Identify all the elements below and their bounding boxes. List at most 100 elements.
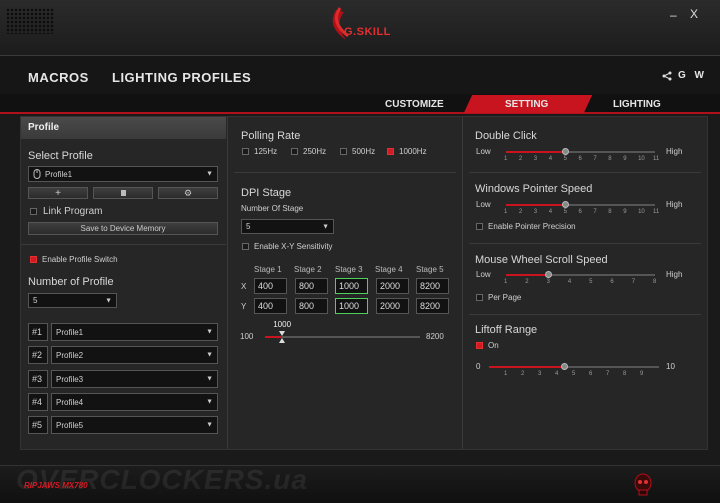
number-of-stage-select[interactable]: 5 ▼ [241,219,334,234]
scroll-tick-label: 4 [567,279,572,285]
nav-macros[interactable]: MACROS [28,70,89,85]
minimize-button[interactable]: – [670,8,677,22]
chevron-down-icon: ▼ [206,421,213,429]
dpi-x-stage2[interactable]: 800 [295,278,328,294]
double_click-tick-label: 10 [638,156,645,162]
profile-slot-select[interactable]: Profile2 ▼ [51,346,218,364]
liftoff-tick-label: 8 [623,371,627,377]
liftoff-slider[interactable] [489,363,659,371]
polling-250-checkbox[interactable] [291,148,298,155]
stage-header: Stage 5 [416,265,444,274]
profile-slot-number: #5 [28,416,48,434]
divider [469,172,701,173]
polling-500-checkbox[interactable] [340,148,347,155]
dpi-slider-thumb[interactable] [279,331,286,336]
dpi-slider[interactable] [265,331,420,345]
profile-slot-name: Profile2 [56,350,84,360]
polling-1000-label: 1000Hz [399,147,427,156]
per-page-label: Per Page [488,293,522,302]
double_click-tick-label: 8 [608,156,612,162]
divider [469,243,701,244]
divider [234,172,456,173]
double_click-slider-knob[interactable] [562,148,570,155]
pointer-speed-slider[interactable] [506,201,655,209]
profile-slot-number: #3 [28,370,48,388]
pointer_speed-tick-label: 2 [518,209,523,215]
dpi-y-stage3[interactable]: 1000 [335,298,368,314]
dpi-slider-value: 1000 [273,320,292,329]
share-icon[interactable] [662,71,672,81]
enable-profile-switch-label: Enable Profile Switch [42,255,118,264]
double_click-tick-label: 6 [578,156,582,162]
number-of-stage-value: 5 [246,222,251,231]
dpi-max-label: 8200 [426,332,444,341]
dpi-x-stage5[interactable]: 8200 [416,278,449,294]
y-axis-label: Y [241,302,247,311]
chevron-down-icon: ▼ [322,223,329,230]
dpi-y-stage2[interactable]: 800 [295,298,328,314]
plus-icon: + [55,187,61,199]
liftoff-slider-knob[interactable] [561,363,569,370]
scroll-speed-slider[interactable] [506,271,655,279]
dpi-y-stage5[interactable]: 8200 [416,298,449,314]
save-to-device-button[interactable]: Save to Device Memory [28,222,218,235]
profile-select[interactable]: Profile1 ▼ [28,166,218,182]
profile-slot-select[interactable]: Profile5 ▼ [51,416,218,434]
delete-profile-button[interactable] [93,187,153,199]
pointer_speed-tick-label: 11 [653,209,660,215]
dpi-y-stage4[interactable]: 2000 [376,298,409,314]
scroll-tick-label: 5 [589,279,593,285]
chevron-down-icon: ▼ [105,297,112,304]
polling-125-checkbox[interactable] [242,148,249,155]
polling-1000-checkbox[interactable] [387,148,394,155]
brand-logo-text: G.SKILL [344,26,391,38]
pointer_speed-tick-label: 9 [623,209,627,215]
pointer-precision-checkbox[interactable] [476,223,483,230]
profile-slot-row: #5 Profile5 ▼ [28,416,218,434]
profile-title: Profile [28,122,60,133]
scroll-speed-title: Mouse Wheel Scroll Speed [475,254,608,266]
nav-extra-links[interactable]: G W [678,70,707,81]
speaker-grill-decoration [6,8,54,34]
dpi-y-stage1[interactable]: 400 [254,298,287,314]
dpi-x-stage1[interactable]: 400 [254,278,287,294]
profile-slot-select[interactable]: Profile4 ▼ [51,393,218,411]
liftoff-tick-label: 1 [504,371,508,377]
double-click-title: Double Click [475,130,537,142]
chevron-down-icon: ▼ [206,375,213,383]
tab-customize[interactable]: CUSTOMIZE [385,99,444,110]
double-click-slider[interactable] [506,148,655,156]
profile-slot-select[interactable]: Profile3 ▼ [51,370,218,388]
link-program-checkbox[interactable] [30,208,37,215]
dpi-x-stage3[interactable]: 1000 [335,278,368,294]
scroll-slider-knob[interactable] [545,271,553,278]
scroll-speed-high: High [666,270,683,279]
polling-125-label: 125Hz [254,147,278,156]
pointer_speed-tick-label: 4 [548,209,553,215]
pointer_speed-slider-knob[interactable] [562,201,570,208]
skull-logo-icon[interactable] [632,472,654,498]
nav-lighting-profiles[interactable]: LIGHTING PROFILES [112,70,251,85]
add-profile-button[interactable]: + [28,187,88,199]
profile-settings-button[interactable]: ⚙ [158,187,218,199]
dpi-x-stage4[interactable]: 2000 [376,278,409,294]
chevron-down-icon: ▼ [206,351,213,359]
liftoff-on-checkbox[interactable] [476,342,483,349]
double_click-tick-label: 7 [593,156,597,162]
stage-header: Stage 2 [294,265,322,274]
device-model: RIPJAWS MX780 [24,481,88,490]
double_click-tick-label: 1 [504,156,508,162]
profile-slot-number: #1 [28,323,48,341]
close-button[interactable]: X [690,7,698,21]
pointer_speed-tick-label: 1 [504,209,508,215]
tab-setting[interactable]: SETTING [505,99,548,110]
double_click-slider-fill [506,151,566,153]
number-of-profile-select[interactable]: 5 ▼ [28,293,117,308]
per-page-checkbox[interactable] [476,294,483,301]
pointer-precision-label: Enable Pointer Precision [488,222,576,231]
tab-lighting[interactable]: LIGHTING [613,99,661,110]
profile-slot-select[interactable]: Profile1 ▼ [51,323,218,341]
liftoff-tick-label: 9 [640,371,644,377]
enable-xy-checkbox[interactable] [242,243,249,250]
enable-profile-switch-checkbox[interactable] [30,256,37,263]
